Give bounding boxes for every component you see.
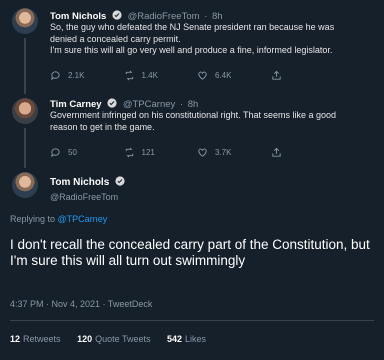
retweets-stat[interactable]: 12 Retweets [10, 334, 61, 344]
thread-line [24, 38, 26, 94]
replying-to: Replying to @TPCarney [10, 214, 107, 224]
share-icon [271, 147, 281, 157]
tweet-time[interactable]: 8h [212, 11, 223, 22]
verified-badge-icon [115, 176, 125, 186]
quote-tweets-count: 120 [77, 334, 93, 344]
tweet-text-line: denied a concealed carry permit. [50, 33, 181, 44]
retweet-icon [125, 70, 133, 81]
like-count: 3.7K [215, 148, 232, 157]
tweet-stats: 12 Retweets 120 Quote Tweets 542 Likes [10, 334, 220, 344]
heart-icon [198, 71, 207, 80]
replying-prefix: Replying to [10, 214, 56, 224]
tweet-text-line: So, the guy who defeated the NJ Senate p… [50, 22, 335, 32]
tweet-actions: 50 121 3.7K [50, 147, 344, 158]
share-icon [271, 70, 281, 80]
reply-button[interactable]: 50 [50, 147, 124, 158]
thread-line [24, 128, 26, 168]
like-button[interactable]: 6.4K [197, 70, 271, 81]
author-name[interactable]: Tim Carney [50, 99, 102, 110]
verified-badge-icon [107, 98, 117, 108]
likes-stat[interactable]: 542 Likes [167, 334, 206, 344]
quote-tweets-stat[interactable]: 120 Quote Tweets [77, 334, 150, 344]
retweet-icon [125, 147, 133, 158]
tweet-text: Government infringed on his constitution… [50, 110, 374, 133]
retweet-button[interactable]: 121 [124, 147, 198, 158]
reply-button[interactable]: 2.1K [50, 70, 124, 81]
author-handle[interactable]: @RadioFreeTom [50, 192, 125, 202]
tweet-2[interactable]: Tim Carney @TPCarney · 8h Government inf… [0, 92, 384, 168]
retweet-count: 121 [141, 148, 155, 157]
retweets-label: Retweets [23, 334, 61, 344]
avatar[interactable] [12, 8, 38, 34]
tweet-header: Tom Nichols @RadioFreeTom · 8h [50, 10, 223, 22]
tweet-timestamp[interactable]: 4:37 PM · Nov 4, 2021 · TweetDeck [10, 299, 152, 309]
tweet-text-line: I'm sure this will all go very well and … [50, 45, 333, 55]
tweet-text-line: Government infringed on his constitution… [50, 110, 336, 120]
avatar[interactable] [12, 98, 38, 124]
author-handle[interactable]: @TPCarney [123, 99, 175, 110]
share-button[interactable] [271, 147, 345, 158]
divider [10, 320, 374, 321]
reply-count: 50 [68, 148, 77, 157]
avatar[interactable] [12, 172, 38, 198]
tweet-text-line: reason to get in the game. [50, 121, 155, 132]
share-button[interactable] [271, 70, 345, 81]
separator-dot: · [179, 99, 184, 110]
verified-badge-icon [112, 10, 122, 20]
author-name-text: Tom Nichols [50, 177, 110, 188]
author-name[interactable]: Tom Nichols [50, 11, 106, 22]
retweet-count: 1.4K [141, 71, 158, 80]
likes-label: Likes [185, 334, 207, 344]
separator-dot: · [204, 11, 208, 22]
quote-tweets-label: Quote Tweets [95, 334, 151, 344]
like-count: 6.4K [215, 71, 232, 80]
replying-to-link[interactable]: @TPCarney [58, 214, 108, 224]
author-name[interactable]: Tom Nichols [50, 176, 125, 188]
main-tweet-header: Tom Nichols @RadioFreeTom [50, 176, 125, 202]
like-button[interactable]: 3.7K [197, 147, 271, 158]
reply-icon [51, 71, 60, 81]
author-handle[interactable]: @RadioFreeTom [128, 11, 200, 22]
tweet-header: Tim Carney @TPCarney · 8h [50, 98, 198, 110]
main-tweet-text: I don't recall the concealed carry part … [10, 237, 370, 268]
tweet-text: So, the guy who defeated the NJ Senate p… [50, 22, 374, 57]
reply-count: 2.1K [68, 71, 85, 80]
tweet-actions: 2.1K 1.4K 6.4K [50, 70, 344, 81]
likes-count: 542 [166, 334, 183, 344]
reply-icon [51, 148, 60, 158]
retweets-count: 12 [10, 334, 21, 344]
tweet-1[interactable]: Tom Nichols @RadioFreeTom · 8h So, the g… [0, 0, 384, 94]
heart-icon [198, 148, 207, 157]
retweet-button[interactable]: 1.4K [124, 70, 198, 81]
tweet-time[interactable]: 8h [188, 99, 199, 110]
